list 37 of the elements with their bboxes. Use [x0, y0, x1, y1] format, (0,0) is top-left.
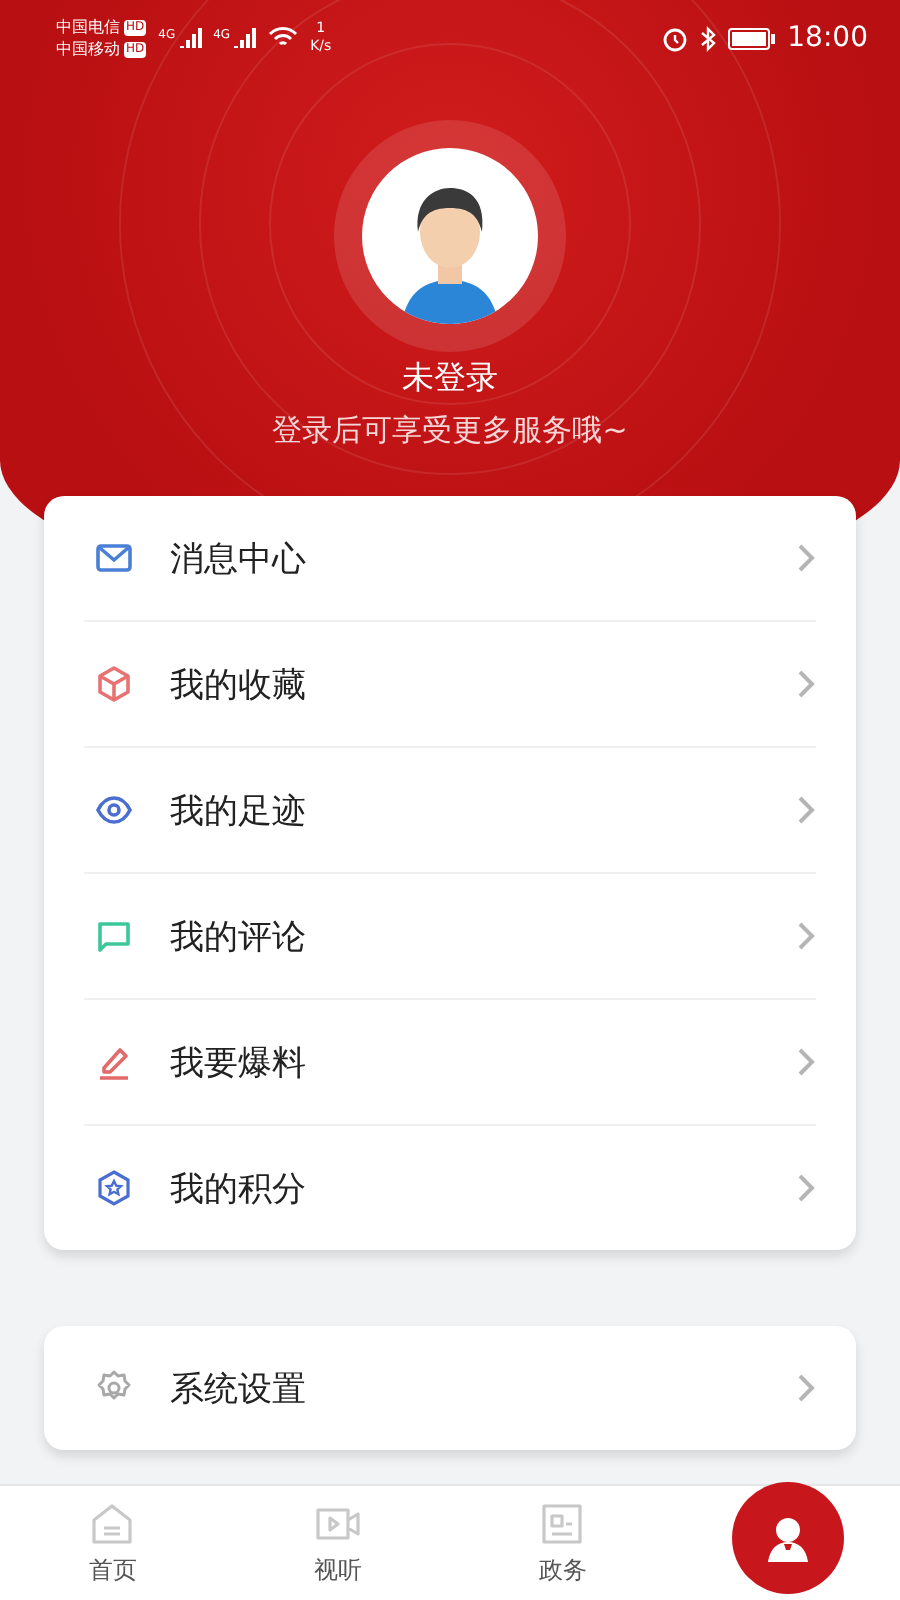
menu-item[interactable]: 我要爆料 [84, 1000, 816, 1126]
menu-item[interactable]: 我的收藏 [84, 622, 816, 748]
chevron-icon [796, 668, 816, 700]
battery-icon [727, 27, 776, 49]
login-status: 未登录 [402, 358, 498, 400]
clock-time: 18:00 [787, 22, 868, 54]
chevron-icon [796, 542, 816, 574]
menu-item[interactable]: 系统设置 [84, 1326, 816, 1450]
carrier-name: 中国移动 [56, 38, 120, 60]
home-icon [88, 1499, 137, 1547]
bluetooth-icon [699, 25, 716, 51]
chevron-icon [796, 794, 816, 826]
signal-icon [177, 28, 202, 48]
signal-icon [232, 28, 257, 48]
carrier-name: 中国电信 [56, 16, 120, 38]
mail-icon [94, 538, 134, 578]
menu-item[interactable]: 我的足迹 [84, 748, 816, 874]
nav-tab[interactable]: 政务 [450, 1486, 675, 1600]
login-hint: 登录后可享受更多服务哦~ [272, 412, 628, 450]
pencil-icon [94, 1042, 134, 1082]
menu-item[interactable]: 我的评论 [84, 874, 816, 1000]
alarm-icon [661, 25, 688, 51]
cube-icon [94, 664, 134, 704]
avatar[interactable] [362, 148, 538, 324]
menu-item[interactable]: 我的积分 [84, 1126, 816, 1250]
star-badge-icon [94, 1168, 134, 1208]
menu-item[interactable]: 消息中心 [84, 496, 816, 622]
nav-tab[interactable]: 首页 [0, 1486, 225, 1600]
document-icon [538, 1499, 587, 1547]
chat-icon [94, 916, 134, 956]
chevron-icon [796, 920, 816, 952]
nav-tab[interactable]: 视听 [225, 1486, 450, 1600]
chevron-icon [796, 1046, 816, 1078]
chevron-icon [796, 1372, 816, 1404]
wifi-icon [268, 26, 299, 50]
chevron-icon [796, 1172, 816, 1204]
eye-icon [94, 790, 134, 830]
